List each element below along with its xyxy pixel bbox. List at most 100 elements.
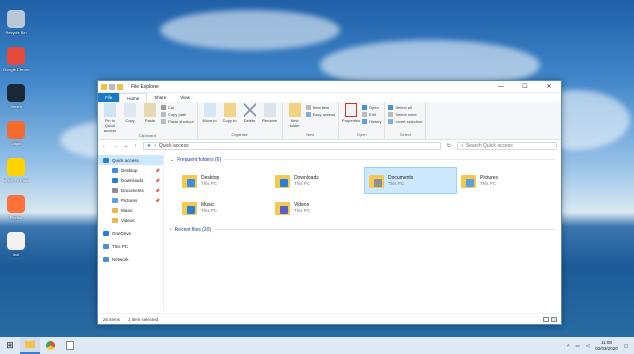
folder-tile[interactable]: Downloads This PC <box>271 167 364 194</box>
nav-item-label: Videos <box>121 217 135 223</box>
folder-location: This PC <box>480 181 497 186</box>
maximize-button[interactable]: ☐ <box>513 81 537 92</box>
taskbar-notepad[interactable] <box>60 337 80 354</box>
history-button[interactable]: History <box>362 119 381 124</box>
easy-access-button[interactable]: Easy access <box>305 112 335 117</box>
frequent-folders-header[interactable]: ⌄ Frequent folders (6) <box>170 155 555 164</box>
copy-icon <box>124 103 136 117</box>
invert-selection-button[interactable]: Invert selection <box>388 119 422 124</box>
desktop-icon[interactable]: Origin <box>3 121 29 146</box>
folder-tile[interactable]: Music This PC <box>178 194 271 221</box>
desktop-icon[interactable]: Recycle Bin <box>3 10 29 35</box>
rename-button[interactable]: Rename <box>261 103 279 132</box>
new-folder-icon <box>288 103 301 117</box>
chevron-up-icon[interactable]: ˄ <box>567 343 570 348</box>
properties-button[interactable]: Properties <box>342 103 360 132</box>
content-area: Quick access Desktop 📌 Downloads 📌 Documents 📌… <box>98 152 561 311</box>
folder-icon <box>369 173 384 189</box>
system-tray: ˄ ▭ ◁ 11:08 02/03/2020 ▢ <box>567 340 634 352</box>
title-bar[interactable]: File Explorer — ☐ ✕ <box>98 81 561 93</box>
desktop-icon[interactable]: test <box>3 232 29 257</box>
select-all-icon <box>388 105 394 110</box>
copy-button[interactable]: Copy <box>121 103 139 133</box>
copy-path-button[interactable]: Copy path <box>161 112 194 117</box>
up-arrow-icon[interactable]: ↑ <box>134 143 137 149</box>
chevron-down-icon: ⌄ <box>170 156 175 163</box>
details-view-icon[interactable] <box>543 316 549 322</box>
copy-to-button[interactable]: Copy to <box>221 103 239 132</box>
tab-share[interactable]: Share <box>147 93 173 102</box>
tab-view[interactable]: View <box>173 93 197 102</box>
cut-button[interactable]: Cut <box>161 105 194 110</box>
recent-files-header[interactable]: › Recent files (20) <box>170 225 555 234</box>
nav-item[interactable]: This PC <box>98 241 163 251</box>
nav-item[interactable]: Pictures 📌 <box>98 195 163 205</box>
main-pane: ⌄ Frequent folders (6) Desktop This PC Dow… <box>164 152 561 311</box>
paste-button[interactable]: Paste <box>141 103 159 133</box>
back-arrow-icon[interactable]: ← <box>102 143 107 149</box>
delete-button[interactable]: Delete <box>241 103 259 132</box>
start-button[interactable]: ⊞ <box>0 337 20 354</box>
new-folder-button[interactable]: New folder <box>286 103 304 132</box>
folder-tile[interactable]: Videos This PC <box>271 194 364 221</box>
star-icon: ★ <box>146 143 152 149</box>
nav-item[interactable]: Desktop 📌 <box>98 165 163 175</box>
new-folder-icon[interactable] <box>117 83 123 90</box>
paste-shortcut-button[interactable]: Paste shortcut <box>161 119 194 124</box>
nav-item[interactable]: OneDrive <box>98 228 163 238</box>
chevron-down-icon[interactable]: ⌄ <box>124 143 128 149</box>
folder-tile[interactable]: Desktop This PC <box>178 167 271 194</box>
edit-button[interactable]: Edit <box>362 112 381 117</box>
desktop-icon[interactable]: Firefox <box>3 195 29 220</box>
clipboard-group: Pin to Quick access Copy Paste Cut Copy … <box>98 102 198 139</box>
nav-folder-icon <box>103 243 109 249</box>
chevron-right-icon: › <box>154 143 156 149</box>
nav-item[interactable]: Quick access <box>98 155 163 165</box>
taskbar-file-explorer[interactable] <box>20 337 40 354</box>
select-all-button[interactable]: Select all <box>388 105 422 110</box>
clock[interactable]: 11:08 02/03/2020 <box>595 340 618 352</box>
folder-icon <box>275 200 290 216</box>
new-item-button[interactable]: New item <box>305 105 335 110</box>
desktop-icon-label: Origin <box>10 141 22 146</box>
notification-icon[interactable]: ▢ <box>624 343 628 349</box>
pin-icon: 📌 <box>155 187 160 193</box>
taskbar-chrome[interactable] <box>40 337 60 354</box>
desktop-icon[interactable]: Google Chrome <box>3 47 29 72</box>
forward-arrow-icon[interactable]: → <box>113 143 118 149</box>
organise-group: Move to Copy to Delete Rename Organise <box>198 102 283 139</box>
folder-tile[interactable]: Pictures This PC <box>457 167 550 194</box>
open-button[interactable]: Open <box>362 105 381 110</box>
nav-item[interactable]: Videos <box>98 215 163 225</box>
folder-tile-text: Desktop This PC <box>201 175 219 186</box>
rename-icon <box>263 103 276 117</box>
volume-icon[interactable]: ◁ <box>586 343 589 349</box>
folder-tile[interactable]: Documents This PC <box>364 167 457 194</box>
large-icons-view-icon[interactable] <box>551 316 557 322</box>
desktop-icon-label: NOW TV Player <box>3 178 29 183</box>
search-icon: ⌕ <box>461 143 464 149</box>
close-button[interactable]: ✕ <box>537 81 561 92</box>
nav-item[interactable]: Network <box>98 254 163 264</box>
network-icon[interactable]: ▭ <box>575 343 579 349</box>
refresh-icon[interactable]: ↻ <box>447 143 451 149</box>
properties-icon[interactable] <box>109 83 115 90</box>
desktop-icon[interactable]: Steam <box>3 84 29 109</box>
nav-item[interactable]: Documents 📌 <box>98 185 163 195</box>
tab-file[interactable]: File <box>98 93 120 102</box>
desktop-icon[interactable]: NOW TV Player <box>3 158 29 183</box>
nav-item[interactable]: Downloads 📌 <box>98 175 163 185</box>
nav-item[interactable]: Music <box>98 205 163 215</box>
pin-quick-access-button[interactable]: Pin to Quick access <box>101 103 119 133</box>
search-input[interactable]: ⌕ Search Quick access <box>457 142 557 150</box>
address-bar[interactable]: ★ › Quick access <box>142 142 441 150</box>
selected-count: 1 item selected <box>128 316 159 322</box>
tab-home[interactable]: Home <box>119 93 148 102</box>
ribbon: Pin to Quick access Copy Paste Cut Copy … <box>98 102 561 140</box>
minimize-button[interactable]: — <box>489 81 513 92</box>
nav-item-label: Pictures <box>121 197 138 203</box>
pin-icon <box>104 103 116 117</box>
move-to-button[interactable]: Move to <box>201 103 219 132</box>
select-none-button[interactable]: Select none <box>388 112 422 117</box>
cloud <box>160 10 340 50</box>
